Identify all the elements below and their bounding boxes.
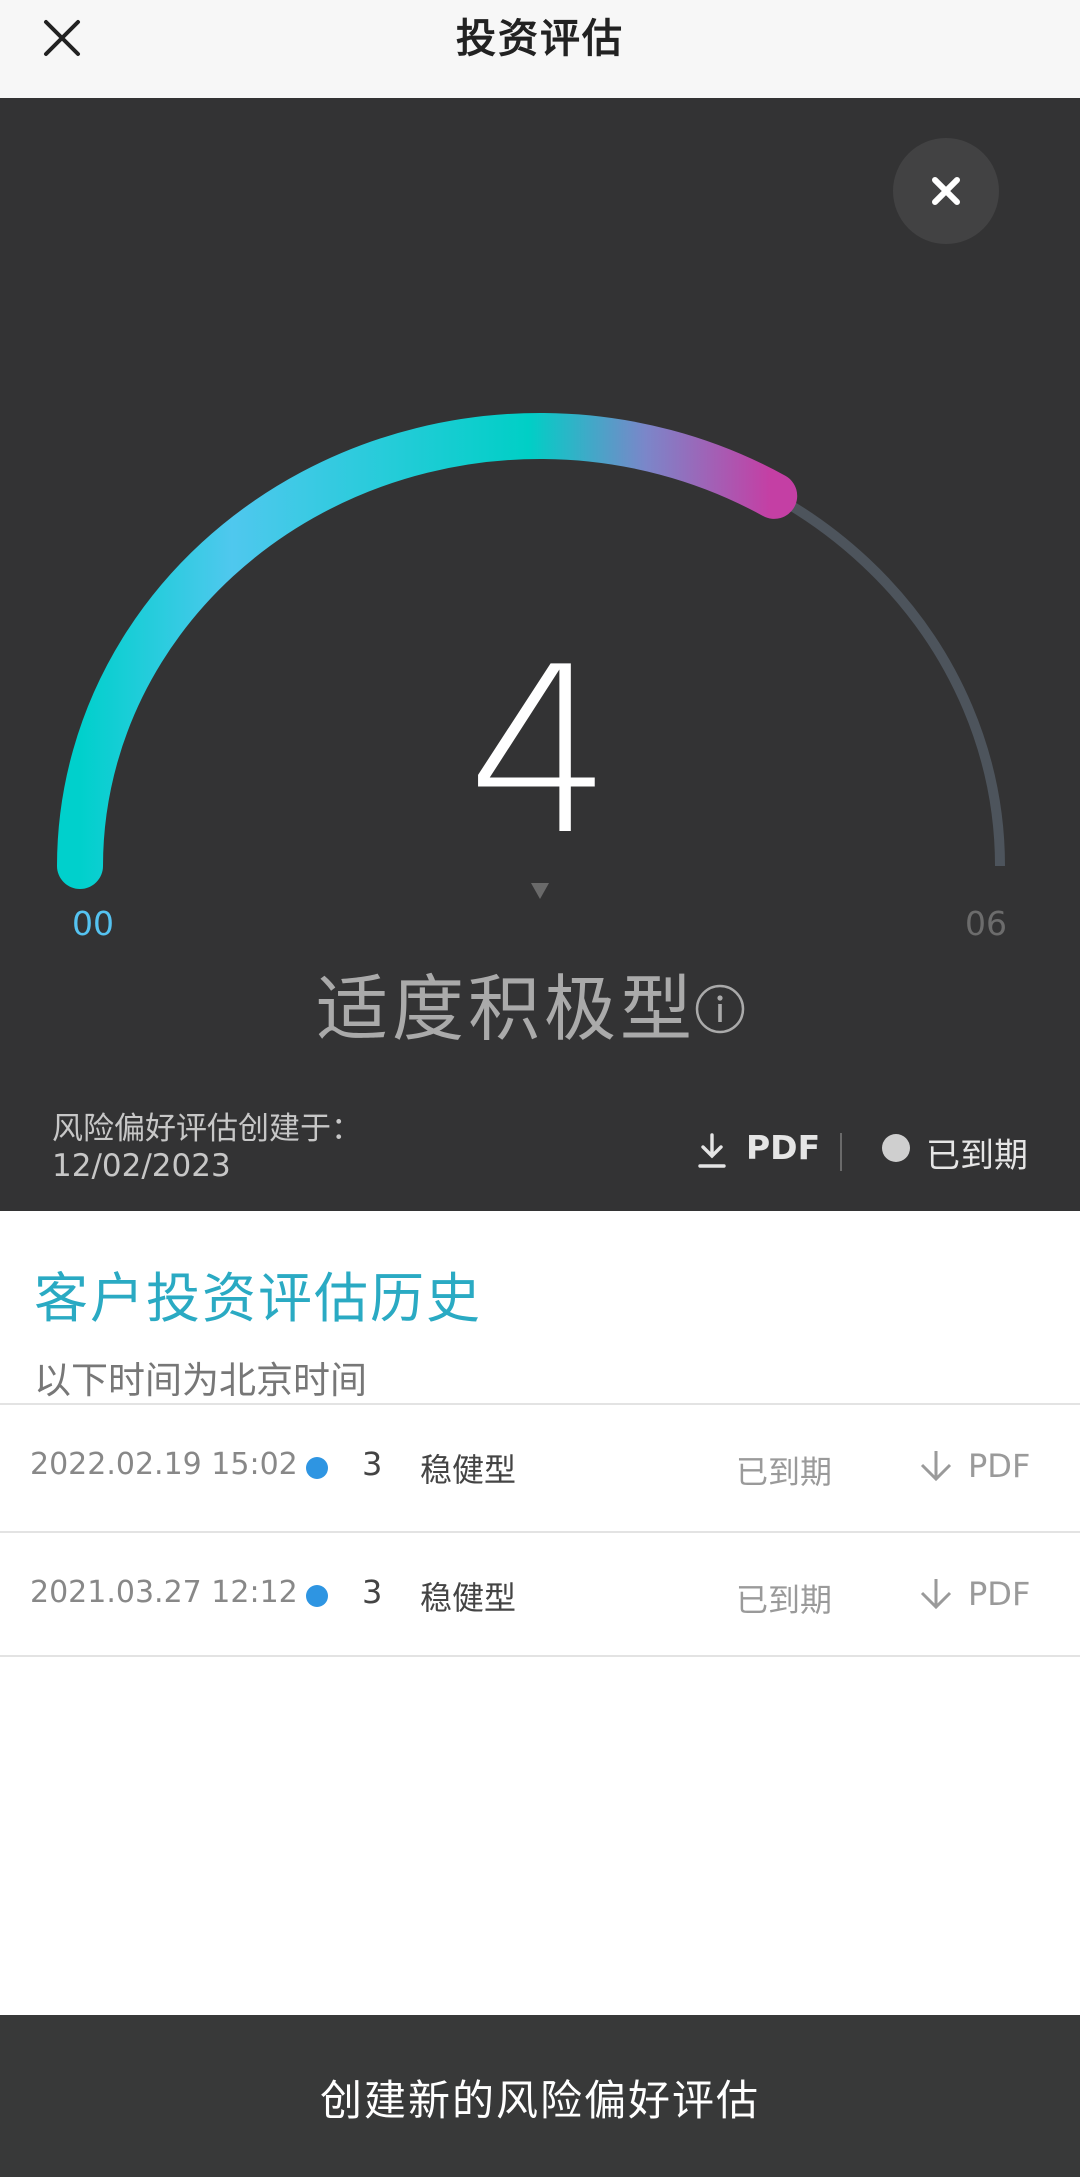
gauge-min-label: 00 — [72, 904, 114, 943]
history-title: 客户投资评估历史 — [34, 1267, 482, 1330]
gauge-fill — [57, 413, 798, 889]
row-risk-type: 稳健型 — [420, 1451, 517, 1489]
gauge-max-label: 06 — [965, 904, 1007, 943]
status-dot-icon — [306, 1457, 328, 1479]
assessment-panel: 4 00 06 适度积极型 风险偏好评估创建于： 12/02/2023 PDF … — [0, 98, 1080, 1211]
status-badge: 已到期 — [926, 1136, 1028, 1176]
download-icon — [920, 1579, 952, 1610]
table-row: 2022.02.19 15:02 3 稳健型 已到期 PDF — [0, 1405, 1080, 1529]
page-title: 投资评估 — [456, 16, 624, 62]
row-level: 3 — [362, 1573, 383, 1611]
create-assessment-label: 创建新的风险偏好评估 — [319, 2076, 760, 2125]
download-icon — [920, 1451, 952, 1482]
gauge-pointer-icon — [531, 883, 549, 899]
divider — [840, 1133, 842, 1171]
status-dot-icon — [306, 1585, 328, 1607]
row-pdf-label: PDF — [968, 1447, 1031, 1485]
download-icon — [698, 1133, 726, 1168]
created-date: 12/02/2023 — [52, 1148, 231, 1184]
divider — [0, 1655, 1080, 1657]
row-status: 已到期 — [736, 1581, 833, 1619]
history-subtitle: 以下时间为北京时间 — [34, 1359, 367, 1402]
row-date: 2021.03.27 12:12 — [30, 1575, 298, 1610]
row-pdf-label: PDF — [968, 1575, 1031, 1613]
row-date: 2022.02.19 15:02 — [30, 1447, 298, 1482]
risk-type-label: 适度积极型 — [316, 967, 697, 1051]
top-bar: 投资评估 — [0, 0, 1080, 98]
row-level: 3 — [362, 1445, 383, 1483]
risk-score: 4 — [466, 619, 614, 886]
row-status: 已到期 — [736, 1453, 833, 1491]
create-assessment-button[interactable]: 创建新的风险偏好评估 — [0, 2015, 1080, 2177]
pdf-label: PDF — [746, 1128, 821, 1167]
info-icon[interactable] — [694, 983, 746, 1035]
created-label: 风险偏好评估创建于： — [52, 1111, 362, 1147]
row-risk-type: 稳健型 — [420, 1579, 517, 1617]
table-row: 2021.03.27 12:12 3 稳健型 已到期 PDF — [0, 1533, 1080, 1657]
status-dot-icon — [882, 1134, 910, 1162]
